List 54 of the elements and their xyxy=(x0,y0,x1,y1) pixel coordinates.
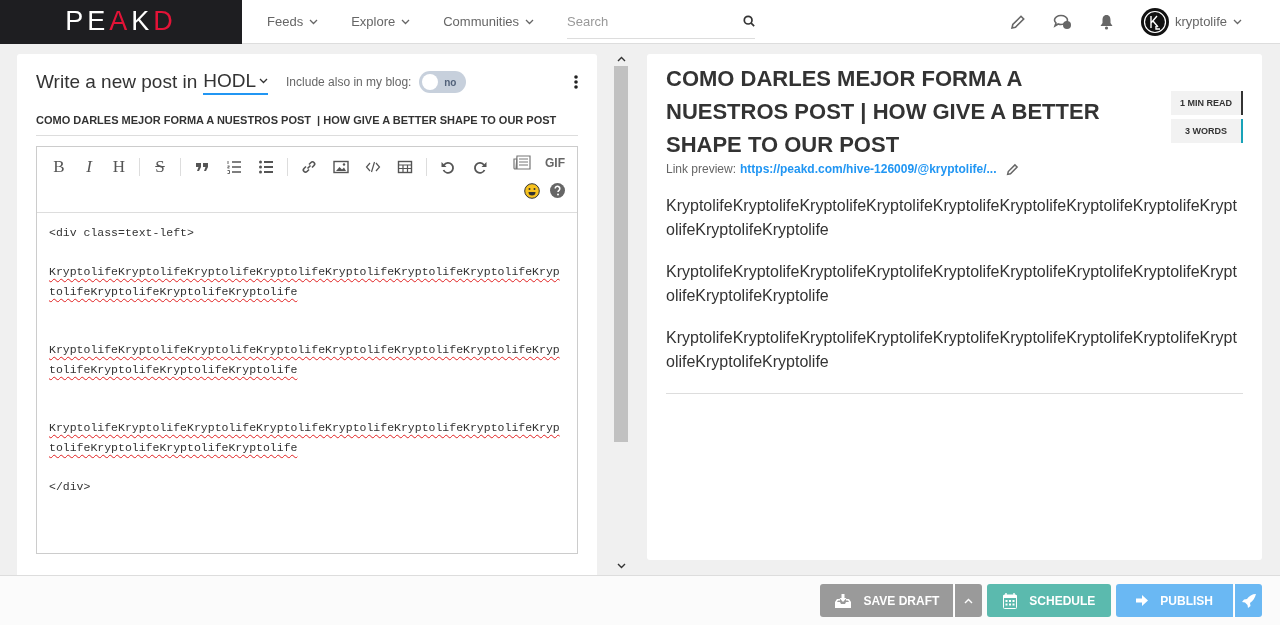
code-line: KryptolifeKryptolifeKryptolifeKryptolifeKryptolifeKryptolifeKryptolifeKryptolifeKryptolifeKryptolifeKryptolife xyxy=(49,342,561,378)
pencil-icon[interactable] xyxy=(1009,13,1026,30)
newspaper-icon[interactable] xyxy=(513,155,531,171)
preview-title: COMO DARLES MEJOR FORMA A NUESTROS POST | HOW GIVE A BETTER SHAPE TO OUR POST xyxy=(666,65,1101,159)
chevron-down-icon xyxy=(525,18,535,25)
preview-paragraph: KryptolifeKryptolifeKryptolifeKryptolifeKryptolifeKryptolifeKryptolifeKryptolifeKryptolifeKryptolifeKryptolife xyxy=(666,262,1238,306)
rocket-icon xyxy=(1240,592,1257,609)
download-tray-icon xyxy=(833,592,852,609)
bell-icon[interactable] xyxy=(1098,13,1114,30)
code-line: </div> xyxy=(49,478,92,495)
chevron-down-icon xyxy=(259,77,269,84)
badge: 1 MIN READ xyxy=(1171,91,1243,115)
code-line: KryptolifeKryptolifeKryptolifeKryptolifeKryptolifeKryptolifeKryptolifeKryptolifeKryptolifeKryptolifeKryptolife xyxy=(49,264,561,300)
chevron-up-icon xyxy=(964,597,974,604)
bold-button[interactable]: B xyxy=(49,157,69,177)
scroll-down-icon[interactable] xyxy=(616,563,626,569)
chat-icon[interactable] xyxy=(1052,13,1072,30)
title-field[interactable]: COMO DARLES MEJOR FORMA A NUESTROS POST | HOW GIVE A BETTER SHAPE TO OUR POST xyxy=(36,114,578,136)
heading-button[interactable]: H xyxy=(109,157,129,177)
gif-button[interactable]: GIF xyxy=(545,156,565,170)
nav-menu[interactable]: Feeds xyxy=(267,14,319,29)
logo[interactable]: PEA K D xyxy=(0,0,242,44)
more-icon[interactable] xyxy=(574,75,578,89)
calendar-icon xyxy=(1003,592,1018,609)
pencil-icon[interactable] xyxy=(1006,162,1020,176)
badge: 3 WORDS xyxy=(1171,119,1243,143)
include-label: Include also in my blog: xyxy=(286,75,412,89)
user-menu[interactable]: kryptolife xyxy=(1140,7,1242,36)
include-toggle[interactable]: no xyxy=(419,71,467,93)
code-line: <div class=text-left> xyxy=(49,225,195,241)
code-line: KryptolifeKryptolifeKryptolifeKryptolifeKryptolifeKryptolifeKryptolifeKryptolifeKryptolifeKryptolifeKryptolife xyxy=(49,420,561,456)
scrollbar-thumb[interactable] xyxy=(614,66,628,442)
chevron-down-icon xyxy=(401,18,411,25)
avatar-icon xyxy=(1140,7,1169,36)
smiley-icon[interactable] xyxy=(524,183,540,199)
help-icon[interactable] xyxy=(550,183,565,198)
editor-heading: Write a new post in xyxy=(36,71,198,93)
community-dropdown[interactable]: HODL xyxy=(203,69,269,95)
chevron-down-icon xyxy=(1233,18,1242,25)
nav-menu[interactable]: Communities xyxy=(443,14,535,29)
link-preview-url[interactable]: https://peakd.com/hive-126009/@kryptolife/... xyxy=(740,162,997,176)
arrow-right-icon xyxy=(1136,595,1149,606)
image-icon[interactable] xyxy=(330,159,352,175)
strike-button[interactable]: S xyxy=(150,157,170,177)
preview-paragraph: KryptolifeKryptolifeKryptolifeKryptolifeKryptolifeKryptolifeKryptolifeKryptolifeKryptolifeKryptolifeKryptolife xyxy=(666,196,1238,240)
italic-button[interactable]: I xyxy=(79,157,99,177)
nav-menu[interactable]: Explore xyxy=(351,14,411,29)
preview-paragraph: KryptolifeKryptolifeKryptolifeKryptolifeKryptolifeKryptolifeKryptolifeKryptolifeKryptolifeKryptolifeKryptolife xyxy=(666,328,1238,372)
scroll-up-icon[interactable] xyxy=(616,56,626,62)
expand-button[interactable] xyxy=(954,584,983,617)
search-field[interactable]: Search xyxy=(567,4,756,39)
chevron-down-icon xyxy=(309,18,319,25)
search-icon[interactable] xyxy=(743,14,756,28)
link-preview-label: Link preview: xyxy=(666,162,737,176)
